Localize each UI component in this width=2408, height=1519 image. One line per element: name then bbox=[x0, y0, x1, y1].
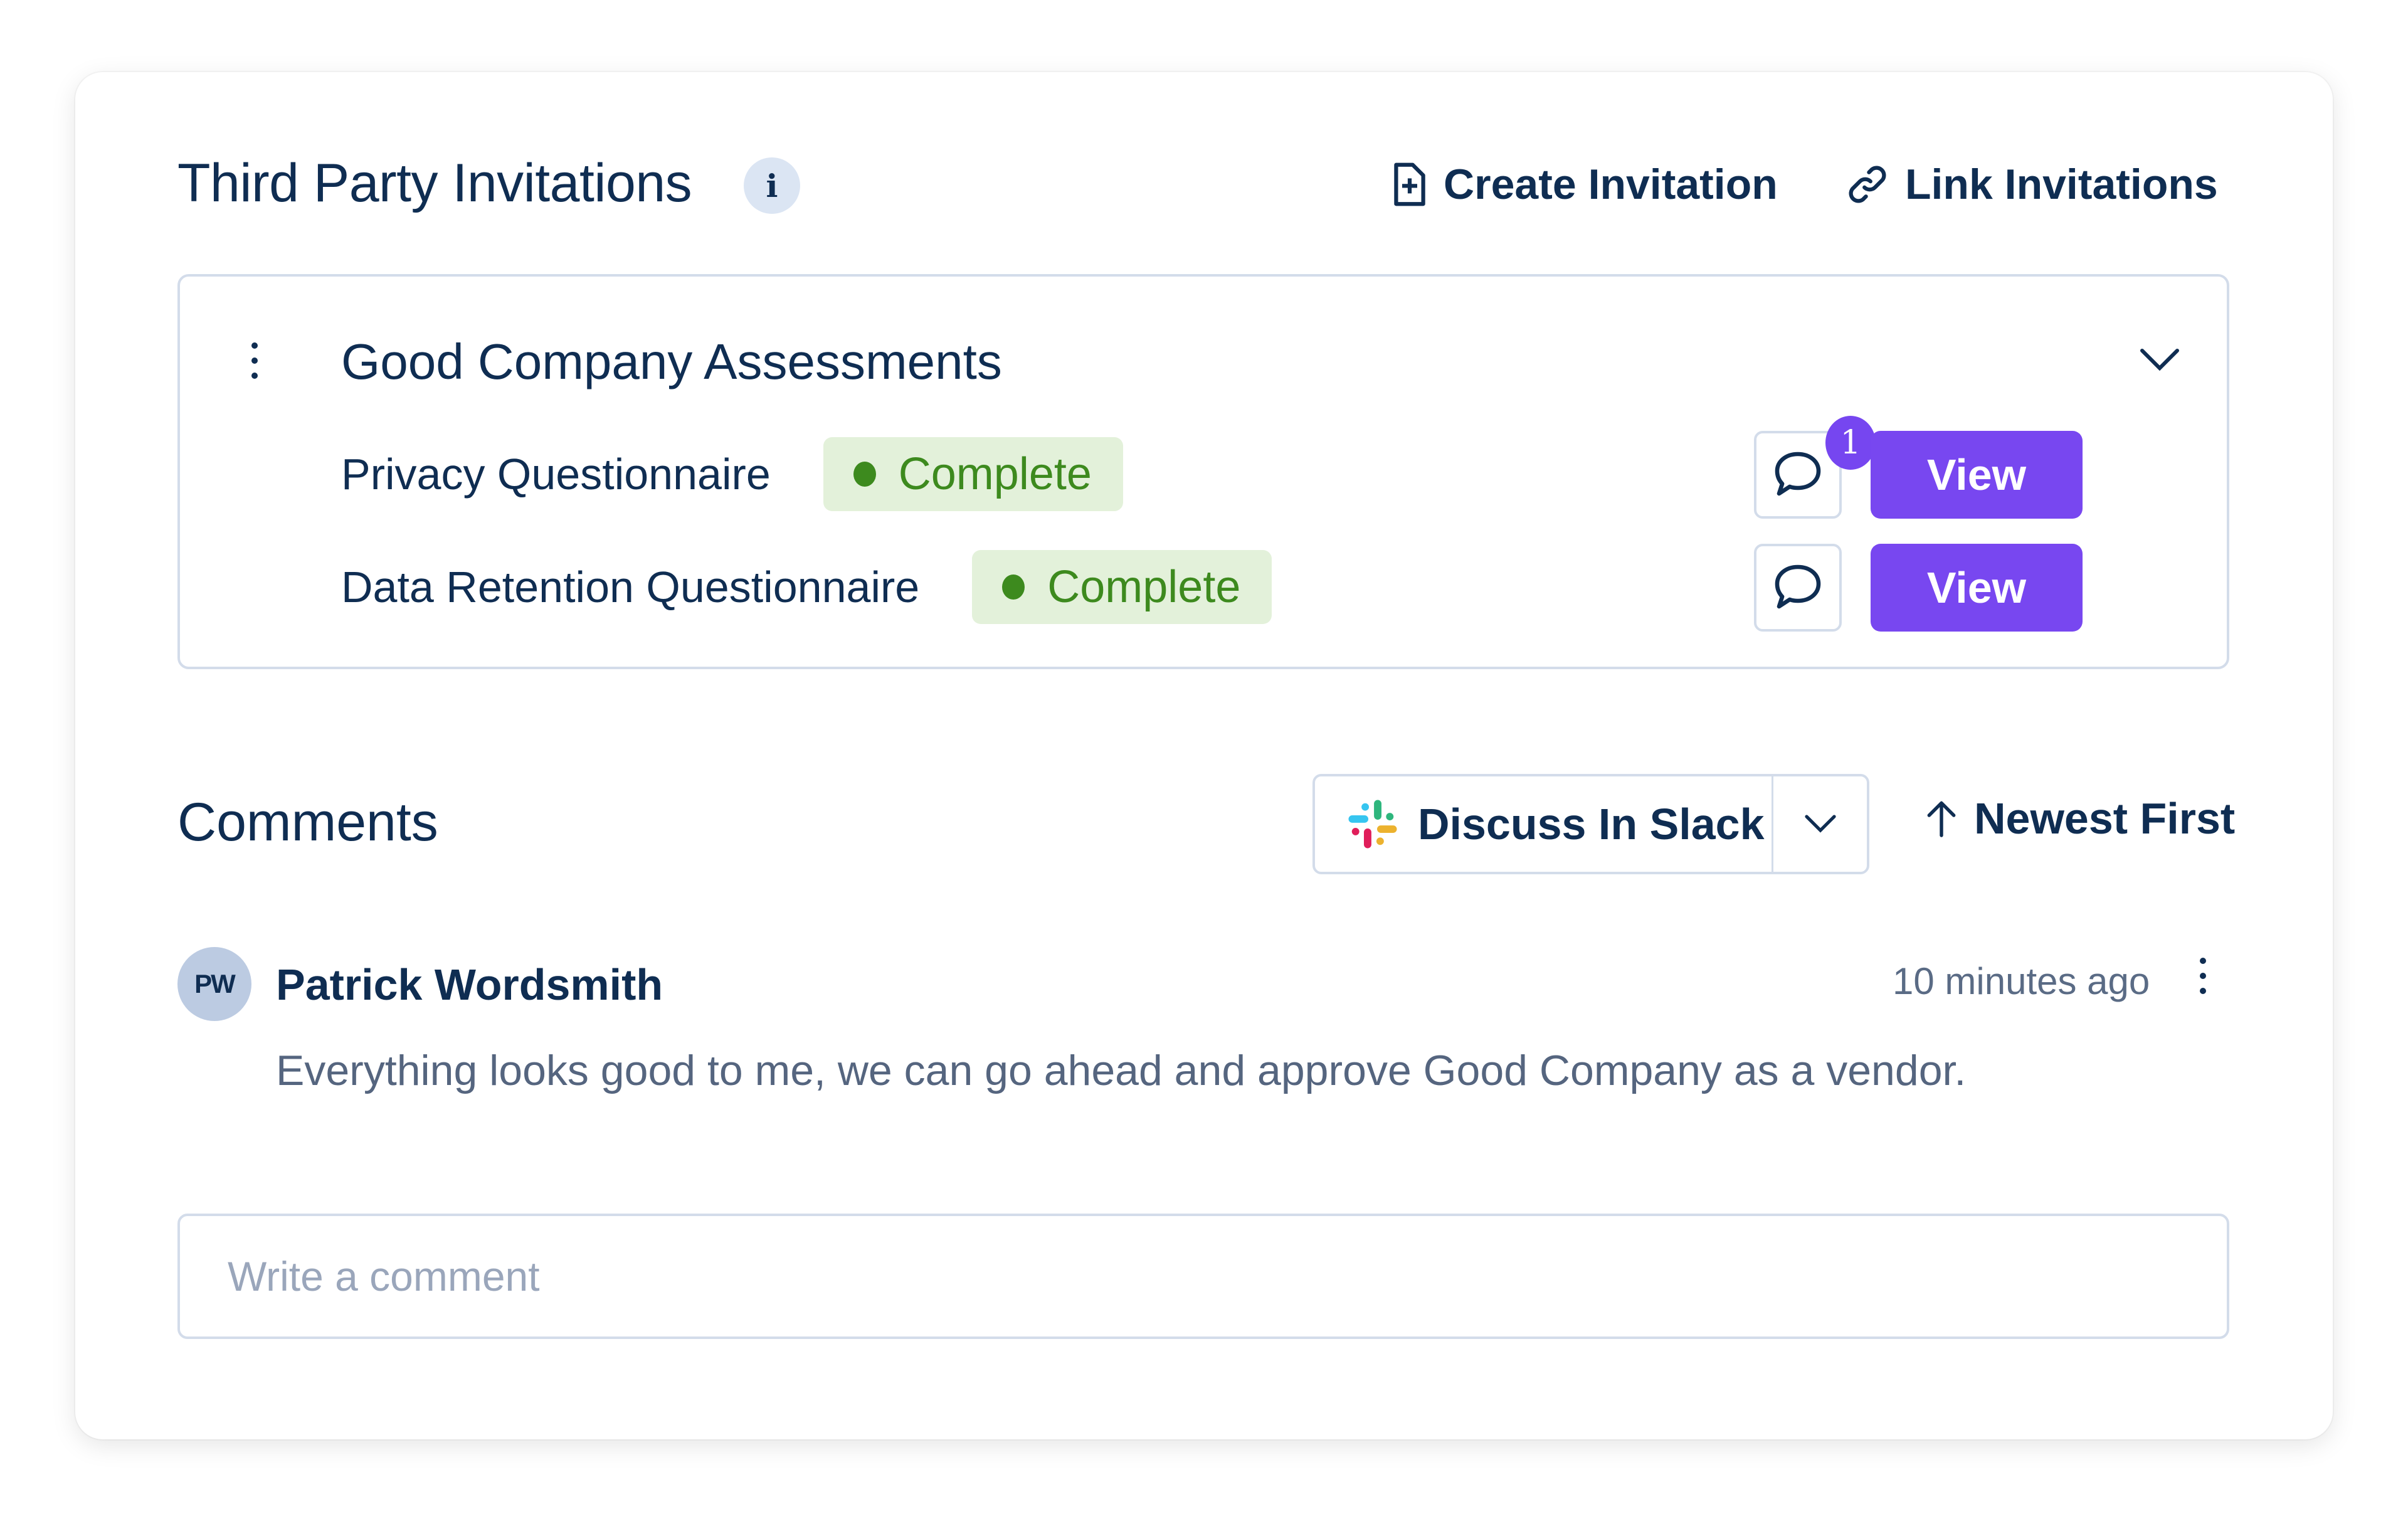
questionnaire-name: Data Retention Questionnaire bbox=[341, 563, 920, 611]
create-invitation-button[interactable]: Create Invitation bbox=[1391, 160, 1778, 209]
chevron-down-icon[interactable] bbox=[2138, 346, 2181, 373]
comments-button[interactable] bbox=[1754, 544, 1842, 632]
comment-menu-kebab-icon[interactable] bbox=[2194, 958, 2212, 994]
status-dot-icon bbox=[853, 462, 876, 487]
avatar: PW bbox=[177, 947, 251, 1021]
questionnaire-row: Data Retention Questionnaire Complete bbox=[341, 550, 1272, 624]
link-icon bbox=[1849, 166, 1886, 203]
speech-bubble-icon bbox=[1775, 452, 1821, 496]
view-button[interactable]: View bbox=[1871, 544, 2083, 632]
discuss-in-slack-split-button: Discuss In Slack bbox=[1312, 774, 1869, 874]
status-label: Complete bbox=[1047, 562, 1241, 612]
assessment-group-title: Good Company Assessments bbox=[341, 334, 1002, 389]
questionnaire-row: Privacy Questionnaire Complete bbox=[341, 437, 1123, 511]
status-badge: Complete bbox=[972, 550, 1272, 624]
comment-text: Everything looks good to me, we can go a… bbox=[276, 1047, 1967, 1094]
view-button[interactable]: View bbox=[1871, 431, 2083, 519]
file-plus-icon bbox=[1394, 162, 1425, 206]
comment-input[interactable] bbox=[177, 1214, 2229, 1339]
sort-order-label: Newest First bbox=[1974, 794, 2236, 843]
assessment-group: Good Company Assessments Privacy Questio… bbox=[177, 274, 2229, 669]
speech-bubble-icon bbox=[1775, 564, 1821, 609]
kebab-menu-icon[interactable] bbox=[245, 342, 264, 379]
sort-order-button[interactable]: Newest First bbox=[1925, 793, 2235, 844]
info-icon[interactable]: i bbox=[744, 157, 800, 214]
slack-icon bbox=[1348, 800, 1397, 849]
link-invitations-button[interactable]: Link Invitations bbox=[1845, 160, 2218, 209]
status-badge: Complete bbox=[823, 437, 1123, 511]
third-party-invitations-card: Third Party Invitations i Create Invitat… bbox=[75, 72, 2333, 1439]
slack-options-dropdown[interactable] bbox=[1772, 776, 1867, 872]
comments-heading: Comments bbox=[177, 792, 438, 852]
arrow-up-icon bbox=[1927, 801, 1956, 837]
questionnaire-name: Privacy Questionnaire bbox=[341, 450, 771, 499]
create-invitation-label: Create Invitation bbox=[1444, 161, 1778, 208]
chevron-down-icon bbox=[1804, 815, 1836, 833]
discuss-in-slack-button[interactable]: Discuss In Slack bbox=[1315, 776, 1772, 872]
link-invitations-label: Link Invitations bbox=[1905, 161, 2218, 208]
comment-timestamp: 10 minutes ago bbox=[1893, 960, 2150, 1002]
section-title: Third Party Invitations bbox=[177, 153, 692, 213]
discuss-in-slack-label: Discuss In Slack bbox=[1418, 800, 1765, 849]
status-dot-icon bbox=[1002, 574, 1025, 600]
status-label: Complete bbox=[898, 449, 1092, 499]
comment-author: Patrick Wordsmith bbox=[276, 960, 663, 1009]
comment-count-badge: 1 bbox=[1825, 416, 1876, 470]
